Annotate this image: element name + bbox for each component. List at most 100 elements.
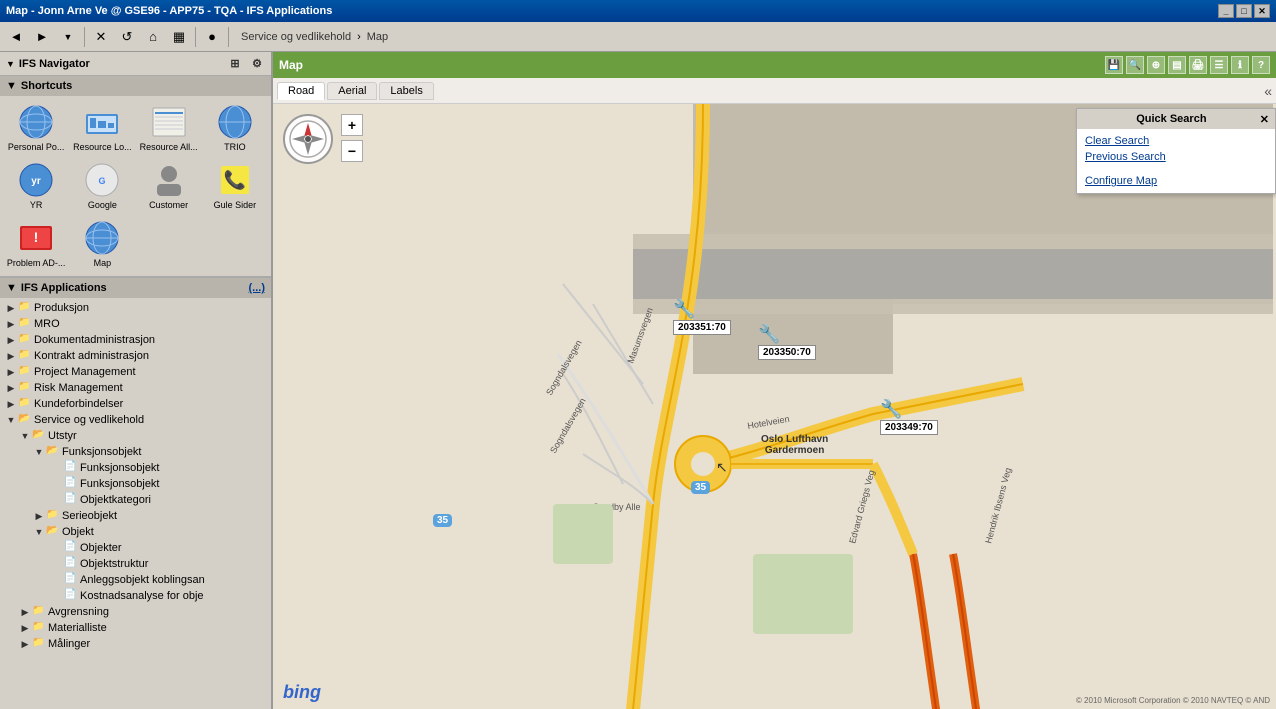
back-button[interactable]: ◄ xyxy=(4,26,28,48)
tree-item-objekter[interactable]: 📄 Objekter xyxy=(0,540,271,556)
problem-ad-icon: ! xyxy=(18,220,54,256)
shortcuts-collapse-icon: ▼ xyxy=(6,80,17,92)
tree-item-funksjonsobjekt-1[interactable]: 📄 Funksjonsobjekt xyxy=(0,460,271,476)
stop-button[interactable]: ✕ xyxy=(89,26,113,48)
tree-item-kontraktadmin[interactable]: ▶ 📁 Kontrakt administrasjon xyxy=(0,348,271,364)
apps-expand-all[interactable]: (...) xyxy=(249,282,266,294)
shortcut-yr[interactable]: yr YR xyxy=(4,158,68,214)
map-breadcrumb[interactable]: Map xyxy=(367,31,388,43)
map-help-button[interactable]: ? xyxy=(1252,56,1270,74)
home-button[interactable]: ⌂ xyxy=(141,26,165,48)
maximize-button[interactable]: □ xyxy=(1236,4,1252,18)
zoom-in-button[interactable]: + xyxy=(341,114,363,136)
wo-marker-2[interactable]: 🔧 203350:70 xyxy=(758,324,780,345)
map-search-button[interactable]: 🔍 xyxy=(1126,56,1144,74)
triangle-icon: ▼ xyxy=(6,59,15,69)
wo-label-2: 203350:70 xyxy=(758,345,816,360)
shortcut-google[interactable]: G Google xyxy=(70,158,134,214)
tree-item-mro[interactable]: ▶ 📁 MRO xyxy=(0,316,271,332)
tree-item-avgrensning[interactable]: ▶ 📁 Avgrensning xyxy=(0,604,271,620)
expand-icon: ▶ xyxy=(4,335,18,346)
tree-item-objekt[interactable]: ▼ 📂 Objekt xyxy=(0,524,271,540)
dot-button[interactable]: ● xyxy=(200,26,224,48)
doc-icon: 📄 xyxy=(64,461,78,475)
map-compass[interactable] xyxy=(283,114,333,164)
tree-item-kundeforbindelser[interactable]: ▶ 📁 Kundeforbindelser xyxy=(0,396,271,412)
service-breadcrumb[interactable]: Service og vedlikehold xyxy=(241,31,351,43)
tree-label: Serieobjekt xyxy=(62,510,117,522)
expand-icon: ▶ xyxy=(32,511,46,522)
forward-button[interactable]: ► xyxy=(30,26,54,48)
shortcuts-header[interactable]: ▼ Shortcuts xyxy=(0,76,271,96)
shortcut-customer[interactable]: Customer xyxy=(137,158,201,214)
tree-item-project-mgmt[interactable]: ▶ 📁 Project Management xyxy=(0,364,271,380)
folder-icon: 📁 xyxy=(18,301,32,315)
refresh-button[interactable]: ↺ xyxy=(115,26,139,48)
folder-icon: 📂 xyxy=(46,445,60,459)
main-toolbar: ◄ ► ▼ ✕ ↺ ⌂ ▦ ● Service og vedlikehold ›… xyxy=(0,22,1276,52)
wo-marker-1[interactable]: 🔧 203351:70 xyxy=(673,299,695,320)
map-zoom-button[interactable]: ⊕ xyxy=(1147,56,1165,74)
map-svg: Sogndalsvegen Edvard Griegs Veg Hendrik … xyxy=(273,104,1276,709)
quick-search-close-button[interactable]: ✕ xyxy=(1260,113,1269,126)
route-badge-35-right: 35 xyxy=(691,481,710,494)
map-list-button[interactable]: ☰ xyxy=(1210,56,1228,74)
dropdown-button[interactable]: ▼ xyxy=(56,26,80,48)
folder-icon: 📁 xyxy=(32,605,46,619)
resource-all-icon xyxy=(151,104,187,140)
map-toolbar: Map 💾 🔍 ⊕ ▤ 🖨 ☰ ℹ ? xyxy=(273,52,1276,78)
wo-marker-3[interactable]: 🔧 203349:70 xyxy=(880,399,902,420)
map-save-button[interactable]: 💾 xyxy=(1105,56,1123,74)
tree-item-dokumentadmin[interactable]: ▶ 📁 Dokumentadministrasjon xyxy=(0,332,271,348)
previous-search-link[interactable]: Previous Search xyxy=(1077,149,1275,165)
nav-new-button[interactable]: ⊞ xyxy=(227,56,243,72)
tree-item-objektkategori[interactable]: 📄 Objektkategori xyxy=(0,492,271,508)
tree-item-objektstruktur[interactable]: 📄 Objektstruktur xyxy=(0,556,271,572)
map-print-button[interactable]: 🖨 xyxy=(1189,56,1207,74)
tree-item-malinger[interactable]: ▶ 📁 Målinger xyxy=(0,636,271,652)
tree-item-anlegg[interactable]: 📄 Anleggsobjekt koblingsan xyxy=(0,572,271,588)
tree-label: Utstyr xyxy=(48,430,77,442)
tree-item-produksjon[interactable]: ▶ 📁 Produksjon xyxy=(0,300,271,316)
tree-label: Materialliste xyxy=(48,622,107,634)
tree-label: Anleggsobjekt koblingsan xyxy=(80,574,205,586)
map-filter-button[interactable]: ▤ xyxy=(1168,56,1186,74)
minimize-button[interactable]: _ xyxy=(1218,4,1234,18)
map-view-collapse-button[interactable]: « xyxy=(1264,83,1272,99)
tree-item-funksjonsobjekt-2[interactable]: 📄 Funksjonsobjekt xyxy=(0,476,271,492)
tree-item-materialliste[interactable]: ▶ 📁 Materialliste xyxy=(0,620,271,636)
expand-icon: ▶ xyxy=(4,367,18,378)
shortcut-gule-sider[interactable]: 📞 Gule Sider xyxy=(203,158,267,214)
tree-item-service[interactable]: ▼ 📂 Service og vedlikehold xyxy=(0,412,271,428)
shortcut-map[interactable]: Map xyxy=(70,216,134,272)
google-label: Google xyxy=(88,200,117,210)
tree-label: Objektkategori xyxy=(80,494,151,506)
expand-icon: ▼ xyxy=(18,431,32,441)
tree-item-kostnadsanalyse[interactable]: 📄 Kostnadsanalyse for obje xyxy=(0,588,271,604)
tab-labels[interactable]: Labels xyxy=(379,82,433,100)
shortcut-trio[interactable]: TRIO xyxy=(203,100,267,156)
tab-aerial[interactable]: Aerial xyxy=(327,82,377,100)
tree-item-funksjonsobjekt-parent[interactable]: ▼ 📂 Funksjonsobjekt xyxy=(0,444,271,460)
map-info-button[interactable]: ℹ xyxy=(1231,56,1249,74)
configure-map-link[interactable]: Configure Map xyxy=(1077,173,1275,189)
zoom-out-button[interactable]: − xyxy=(341,140,363,162)
shortcut-resource-all[interactable]: Resource All... xyxy=(137,100,201,156)
nav-settings-button[interactable]: ⚙ xyxy=(249,56,265,72)
shortcut-problem-ad[interactable]: ! Problem AD-... xyxy=(4,216,68,272)
clear-search-link[interactable]: Clear Search xyxy=(1077,133,1275,149)
title-bar-buttons: _ □ ✕ xyxy=(1218,4,1270,18)
shortcut-resource-lo[interactable]: Resource Lo... xyxy=(70,100,134,156)
map-container[interactable]: Sogndalsvegen Edvard Griegs Veg Hendrik … xyxy=(273,104,1276,709)
tree-item-serieobjekt[interactable]: ▶ 📁 Serieobjekt xyxy=(0,508,271,524)
tree-item-risk-mgmt[interactable]: ▶ 📁 Risk Management xyxy=(0,380,271,396)
ifs-apps-header[interactable]: ▼ IFS Applications (...) xyxy=(0,278,271,298)
expand-icon: ▶ xyxy=(18,639,32,650)
close-button[interactable]: ✕ xyxy=(1254,4,1270,18)
doc-icon: 📄 xyxy=(64,541,78,555)
tree-item-utstyr[interactable]: ▼ 📂 Utstyr xyxy=(0,428,271,444)
google-icon: G xyxy=(84,162,120,198)
shortcut-personal-po[interactable]: Personal Po... xyxy=(4,100,68,156)
grid-button[interactable]: ▦ xyxy=(167,26,191,48)
tab-road[interactable]: Road xyxy=(277,82,325,100)
